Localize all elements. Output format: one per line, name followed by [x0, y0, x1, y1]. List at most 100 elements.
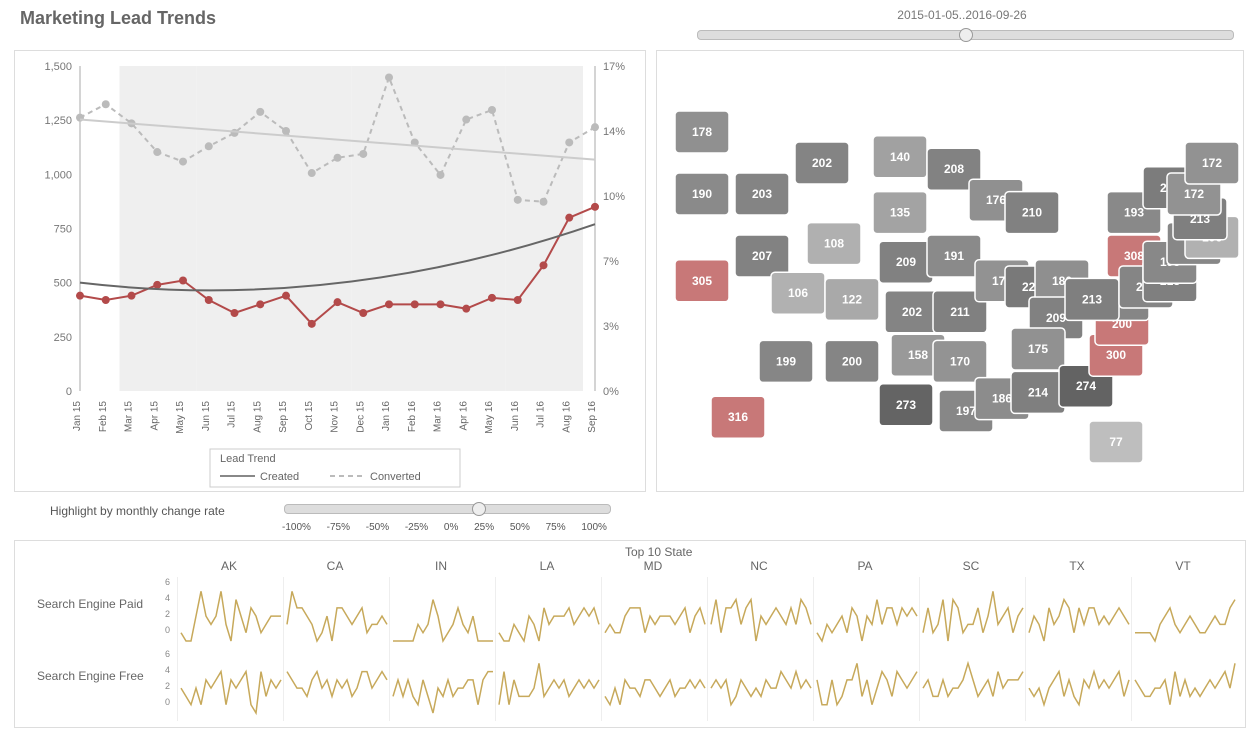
spark-cell[interactable] [707, 577, 814, 649]
state-label: 172 [1184, 187, 1204, 201]
state-label: 202 [902, 305, 922, 319]
svg-text:750: 750 [54, 224, 72, 236]
spark-cell[interactable] [389, 649, 496, 721]
state-label: 213 [1082, 292, 1102, 306]
highlight-tick: 25% [474, 522, 494, 533]
spark-cell[interactable] [707, 649, 814, 721]
state-label: 308 [1124, 249, 1144, 263]
svg-text:Mar 15: Mar 15 [124, 401, 135, 433]
state-label: 135 [890, 206, 910, 220]
highlight-tick: -100% [282, 522, 311, 533]
highlight-tick: 75% [546, 522, 566, 533]
state-label: 300 [1106, 348, 1126, 362]
svg-text:Jun 15: Jun 15 [201, 401, 212, 431]
spark-header: NC [707, 559, 811, 573]
spark-cell[interactable] [601, 577, 708, 649]
svg-text:14%: 14% [603, 126, 625, 138]
spark-cell[interactable] [177, 577, 284, 649]
state-label: 316 [728, 410, 748, 424]
state-label: 172 [1202, 156, 1222, 170]
state-label: 209 [896, 255, 916, 269]
spark-header: CA [283, 559, 387, 573]
highlight-tick: -50% [366, 522, 389, 533]
svg-text:Jul 15: Jul 15 [227, 401, 238, 428]
state-label: 77 [1109, 435, 1123, 449]
spark-ytick: 0 [165, 625, 170, 635]
state-label: 208 [944, 162, 964, 176]
spark-ytick: 4 [165, 593, 170, 603]
state-label: 108 [824, 237, 844, 251]
svg-text:Apr 15: Apr 15 [149, 401, 160, 431]
state-label: 193 [1124, 206, 1144, 220]
spark-header: PA [813, 559, 917, 573]
spark-cell[interactable] [283, 577, 390, 649]
spark-cell[interactable] [919, 577, 1026, 649]
svg-text:Sep 16: Sep 16 [587, 401, 598, 433]
svg-text:Aug 16: Aug 16 [561, 401, 572, 433]
state-label: 122 [842, 292, 862, 306]
state-label: 214 [1028, 385, 1048, 399]
svg-text:500: 500 [54, 278, 72, 290]
svg-text:3%: 3% [603, 321, 619, 333]
spark-header: LA [495, 559, 599, 573]
state-label: 209 [1046, 311, 1066, 325]
spark-header: IN [389, 559, 493, 573]
spark-cell[interactable] [495, 649, 602, 721]
date-range-label: 2015-01-05..2016-09-26 [692, 8, 1232, 22]
highlight-tick: 50% [510, 522, 530, 533]
svg-text:0%: 0% [603, 386, 619, 398]
spark-ytick: 6 [165, 577, 170, 587]
state-label: 273 [896, 398, 916, 412]
state-label: 106 [788, 286, 808, 300]
state-label: 200 [842, 354, 862, 368]
state-label: 305 [692, 274, 712, 288]
highlight-tick: -75% [327, 522, 350, 533]
spark-header: SC [919, 559, 1023, 573]
spark-cell[interactable] [177, 649, 284, 721]
date-range-slider[interactable] [697, 30, 1234, 40]
svg-text:May 16: May 16 [484, 401, 495, 434]
highlight-slider[interactable] [284, 504, 611, 514]
state-label: 197 [956, 404, 976, 418]
highlight-tick: 100% [581, 522, 607, 533]
svg-text:Created: Created [260, 471, 299, 483]
svg-text:Mar 16: Mar 16 [433, 401, 444, 433]
lead-trend-chart[interactable]: 02505007501,0001,2501,5000%3%7%10%14%17%… [14, 50, 646, 492]
spark-cell[interactable] [283, 649, 390, 721]
spark-cell[interactable] [1025, 577, 1132, 649]
state-label: 203 [752, 187, 772, 201]
sparklines-panel: Top 10 State AKCAINLAMDNCPASCTXVT Search… [14, 540, 1246, 728]
svg-text:Jun 16: Jun 16 [510, 401, 521, 431]
svg-text:250: 250 [54, 332, 72, 344]
state-label: 175 [1028, 342, 1048, 356]
spark-ytick: 2 [165, 609, 170, 619]
state-label: 210 [1022, 206, 1042, 220]
spark-cell[interactable] [813, 577, 920, 649]
state-label: 202 [812, 156, 832, 170]
spark-cell[interactable] [1131, 649, 1238, 721]
svg-text:Apr 16: Apr 16 [458, 401, 469, 431]
svg-text:Sep 15: Sep 15 [278, 401, 289, 433]
svg-text:Feb 16: Feb 16 [407, 401, 418, 433]
svg-text:Nov 15: Nov 15 [330, 401, 341, 433]
svg-text:Aug 15: Aug 15 [252, 401, 263, 433]
page-title: Marketing Lead Trends [20, 8, 216, 29]
spark-ytick: 6 [165, 649, 170, 659]
spark-cell[interactable] [495, 577, 602, 649]
svg-text:1,000: 1,000 [44, 169, 72, 181]
us-map[interactable]: 1781903052072032021061991081222001401352… [656, 50, 1244, 492]
spark-cell[interactable] [919, 649, 1026, 721]
spark-cell[interactable] [813, 649, 920, 721]
state-label: 274 [1076, 379, 1096, 393]
svg-text:Converted: Converted [370, 471, 421, 483]
spark-cell[interactable] [601, 649, 708, 721]
spark-row-label: Search Engine Free [37, 669, 144, 683]
spark-cell[interactable] [389, 577, 496, 649]
highlight-label: Highlight by monthly change rate [50, 504, 225, 518]
svg-text:Lead Trend: Lead Trend [220, 453, 276, 465]
spark-ytick: 2 [165, 681, 170, 691]
spark-cell[interactable] [1131, 577, 1238, 649]
svg-text:Dec 15: Dec 15 [355, 401, 366, 433]
svg-text:Jan 15: Jan 15 [72, 401, 83, 431]
spark-cell[interactable] [1025, 649, 1132, 721]
